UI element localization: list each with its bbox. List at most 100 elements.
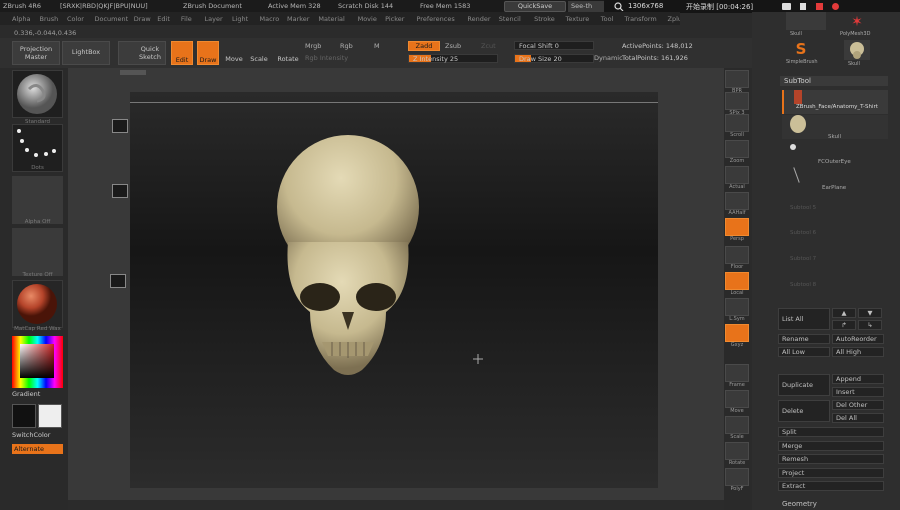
menu-picker[interactable]: Picker: [385, 15, 404, 23]
tool-thumb-skull[interactable]: [786, 12, 826, 30]
brush-selector[interactable]: [12, 70, 63, 118]
rgb-intensity-slider[interactable]: Rgb Intensity: [305, 54, 348, 62]
shelf-button-rotate[interactable]: [725, 442, 749, 460]
dynamic-toggle[interactable]: Dynamic: [594, 54, 623, 62]
subtool-row[interactable]: EarPlane: [782, 167, 888, 191]
lightbox-button[interactable]: LightBox: [62, 41, 110, 65]
shelf-button-frame[interactable]: [725, 364, 749, 382]
see-through-slider[interactable]: See-th: [568, 1, 608, 12]
move-bottom-arrow-icon[interactable]: ↳: [858, 320, 882, 330]
menu-brush[interactable]: Brush: [40, 15, 59, 23]
rotate-button[interactable]: Rotate: [276, 41, 300, 65]
scale-button[interactable]: Scale: [249, 41, 269, 65]
zcut-button[interactable]: Zcut: [481, 42, 496, 50]
texture-selector[interactable]: [12, 228, 63, 276]
subtool-header[interactable]: SubTool: [780, 76, 888, 86]
delete-button[interactable]: Delete: [778, 400, 830, 422]
all-low-button[interactable]: All Low: [778, 347, 830, 357]
skull-model[interactable]: [270, 132, 430, 382]
alpha-stamp-thumb[interactable]: [112, 184, 128, 198]
alternate-button[interactable]: Alternate: [12, 444, 63, 454]
shelf-button-persp[interactable]: [725, 218, 749, 236]
alpha-stamp-thumb[interactable]: [110, 274, 126, 288]
shelf-button-local[interactable]: [725, 272, 749, 290]
shelf-button-scroll[interactable]: [725, 114, 749, 132]
focal-shift-slider[interactable]: Focal Shift 0: [514, 41, 594, 50]
split-button[interactable]: Split: [778, 427, 884, 437]
subtool-row[interactable]: Skull: [782, 115, 888, 140]
duplicate-button[interactable]: Duplicate: [778, 374, 830, 396]
move-up-arrow-icon[interactable]: ▲: [832, 308, 856, 318]
polymesh3d-star-icon[interactable]: ✶: [848, 14, 866, 30]
3d-viewport[interactable]: [130, 92, 658, 488]
menu-file[interactable]: File: [181, 15, 192, 23]
shelf-button-actual[interactable]: [725, 166, 749, 184]
primary-color-swatch[interactable]: [12, 404, 36, 428]
shelf-button-polyf[interactable]: [725, 468, 749, 486]
menu-texture[interactable]: Texture: [566, 15, 590, 23]
menu-marker[interactable]: Marker: [287, 15, 309, 23]
menu-color[interactable]: Color: [67, 15, 84, 23]
subtool-row[interactable]: ZBrush_Face/Anatomy_T-Shirt: [782, 90, 888, 114]
move-top-arrow-icon[interactable]: ↱: [832, 320, 856, 330]
menu-zplugin[interactable]: Zplugin: [668, 15, 681, 23]
remesh-button[interactable]: Remesh: [778, 454, 884, 464]
alpha-stamp-thumb[interactable]: [112, 119, 128, 133]
menu-material[interactable]: Material: [318, 15, 344, 23]
zadd-button[interactable]: Zadd: [408, 41, 440, 51]
alpha-selector[interactable]: [12, 176, 63, 224]
menu-layer[interactable]: Layer: [205, 15, 223, 23]
draw-size-slider[interactable]: Draw Size 20: [514, 54, 594, 63]
menu-preferences[interactable]: Preferences: [417, 15, 455, 23]
menu-transform[interactable]: Transform: [624, 15, 656, 23]
camera-icon[interactable]: [782, 3, 791, 10]
menu-movie[interactable]: Movie: [358, 15, 377, 23]
shelf-button-floor[interactable]: [725, 246, 749, 264]
mrgb-button[interactable]: Mrgb: [305, 42, 321, 50]
gradient-label[interactable]: Gradient: [12, 390, 40, 398]
record-icon[interactable]: [832, 3, 839, 10]
zsub-button[interactable]: Zsub: [445, 42, 461, 50]
shelf-button-l-sym[interactable]: [725, 298, 749, 316]
simplebrush-icon[interactable]: S: [792, 40, 810, 58]
menu-draw[interactable]: Draw: [134, 15, 151, 23]
menu-macro[interactable]: Macro: [260, 15, 280, 23]
menu-document[interactable]: Document: [95, 15, 129, 23]
draw-button[interactable]: Draw: [197, 41, 219, 65]
quicksave-button[interactable]: QuickSave: [504, 1, 566, 12]
material-selector[interactable]: [12, 280, 63, 328]
shelf-button-zoom[interactable]: [725, 140, 749, 158]
extract-button[interactable]: Extract: [778, 481, 884, 491]
del-all-button[interactable]: Del All: [832, 413, 884, 423]
edit-button[interactable]: Edit: [171, 41, 193, 65]
menu-render[interactable]: Render: [467, 15, 490, 23]
search-icon[interactable]: [614, 2, 624, 11]
menu-stroke[interactable]: Stroke: [534, 15, 555, 23]
shelf-button-scale[interactable]: [725, 416, 749, 434]
autoreorder-button[interactable]: AutoReorder: [832, 334, 884, 344]
shelf-button-move[interactable]: [725, 390, 749, 408]
menu-stencil[interactable]: Stencil: [499, 15, 521, 23]
z-intensity-slider[interactable]: Z Intensity 25: [408, 54, 498, 63]
append-button[interactable]: Append: [832, 374, 884, 384]
secondary-color-swatch[interactable]: [38, 404, 62, 428]
merge-button[interactable]: Merge: [778, 441, 884, 451]
menu-light[interactable]: Light: [232, 15, 248, 23]
color-picker-square[interactable]: [20, 344, 54, 378]
shelf-button-aahalf[interactable]: [725, 192, 749, 210]
all-high-button[interactable]: All High: [832, 347, 884, 357]
geometry-section-header[interactable]: Geometry: [782, 500, 817, 508]
insert-button[interactable]: Insert: [832, 387, 884, 397]
menu-tool[interactable]: Tool: [601, 15, 614, 23]
switchcolor-button[interactable]: SwitchColor: [12, 431, 50, 439]
list-all-button[interactable]: List All: [778, 308, 830, 330]
shelf-button-bpr[interactable]: [725, 70, 749, 88]
projection-master-button[interactable]: Projection Master: [12, 41, 60, 65]
menu-alpha[interactable]: Alpha: [12, 15, 30, 23]
move-button[interactable]: Move: [224, 41, 244, 65]
del-other-button[interactable]: Del Other: [832, 400, 884, 410]
menu-edit[interactable]: Edit: [157, 15, 170, 23]
subtool-row[interactable]: FCOuterEye: [782, 140, 888, 165]
project-button[interactable]: Project: [778, 468, 884, 478]
stop-icon[interactable]: [816, 3, 823, 10]
